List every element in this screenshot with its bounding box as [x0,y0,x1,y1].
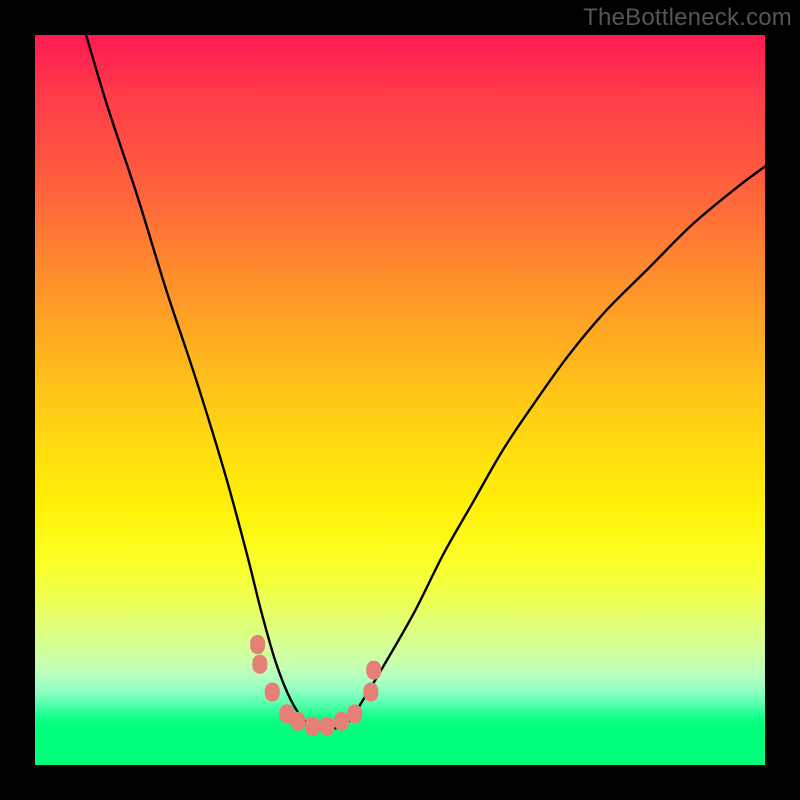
trough-markers [250,635,381,736]
plot-area [35,35,765,765]
bottleneck-curve [86,35,765,729]
chart-frame: TheBottleneck.com [0,0,800,800]
curve-layer [35,35,765,765]
watermark-text: TheBottleneck.com [583,4,792,32]
